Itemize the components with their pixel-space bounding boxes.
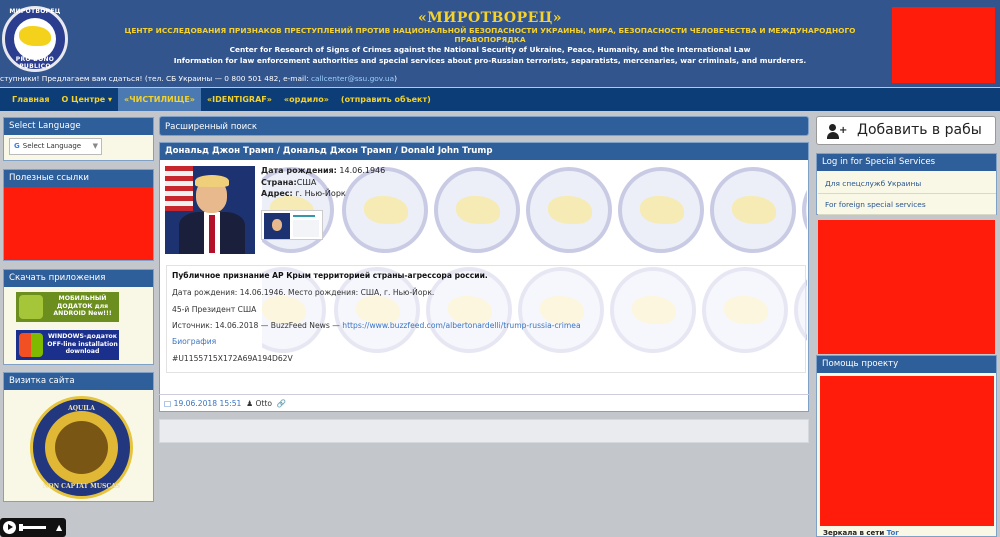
redacted-right-1 — [818, 220, 995, 354]
watermark-seal — [802, 167, 807, 253]
watermark-seal — [710, 167, 796, 253]
add-to-slaves-button[interactable]: + Добавить в рабы — [816, 116, 996, 145]
windows-icon — [19, 333, 43, 357]
post-date[interactable]: 19.06.2018 15:51 — [174, 399, 242, 408]
article-footer: □ 19.06.2018 15:51 ♟ Otto 🔗 — [159, 394, 809, 412]
nav-item-purgatory[interactable]: «ЧИСТИЛИЩЕ» — [118, 88, 201, 111]
site-card-title: Визитка сайта — [4, 373, 153, 390]
apps-panel-title: Скачать приложения — [4, 270, 153, 287]
language-panel: Select Language G Select Language ▼ — [3, 117, 154, 161]
add-user-icon: + — [827, 124, 847, 139]
redacted-links — [4, 187, 153, 260]
article-body: Публичное признание АР Крым территорией … — [166, 265, 806, 373]
links-panel: Полезные ссылки — [3, 169, 154, 261]
source-link[interactable]: https://www.buzzfeed.com/albertonardelli… — [342, 321, 580, 330]
details-text: Дата рождения: 14.06.1946. Место рождени… — [172, 288, 435, 297]
windows-app-button[interactable]: WINDOWS-додаток OFF-line installation do… — [16, 330, 119, 360]
watermark-seal — [434, 167, 520, 253]
link-icon[interactable]: 🔗 — [277, 399, 286, 408]
nav-item-ordilo[interactable]: «ордило» — [278, 88, 335, 111]
links-panel-title: Полезные ссылки — [4, 170, 153, 187]
chevron-up-icon[interactable]: ▲ — [56, 523, 62, 532]
post-author[interactable]: Otto — [255, 399, 272, 408]
biography-link[interactable]: Биография — [172, 337, 216, 346]
link-ukraine-services[interactable]: Для спецслужб Украины — [818, 174, 996, 194]
special-services-title: Log in for Special Services — [817, 154, 996, 171]
advanced-search-bar[interactable]: Расширенный поиск — [159, 116, 809, 136]
play-icon[interactable] — [3, 521, 16, 534]
person-photo[interactable] — [165, 166, 255, 254]
country-row: Страна:США — [261, 178, 317, 187]
address-row: Адрес: г. Нью-Йорк — [261, 189, 346, 198]
chevron-down-icon: ▼ — [92, 142, 98, 150]
subtitle-en-1: Center for Research of Signs of Crimes a… — [229, 45, 751, 54]
site-title[interactable]: «МИРОТВОРЕЦ» — [100, 10, 880, 26]
user-icon: ♟ — [246, 399, 254, 408]
logo-text-bottom: PRO BONO PUBLICO — [15, 56, 55, 70]
redacted-right-2 — [820, 376, 994, 526]
record-hash: #U1155715X172A69A194D62V — [172, 354, 293, 363]
help-panel-title: Помощь проекту — [817, 356, 996, 373]
watermark-seal — [342, 167, 428, 253]
redacted-banner — [892, 7, 995, 83]
google-icon: G — [14, 142, 20, 150]
language-select[interactable]: G Select Language ▼ — [9, 138, 102, 155]
nav-item-about[interactable]: О Центре ▾ — [55, 88, 118, 111]
site-card-panel: Визитка сайта AQUILA NON CAPTAT MUSCAS — [3, 372, 154, 502]
subtitle-en-2: Information for law enforcement authorit… — [173, 56, 807, 65]
calendar-icon: □ — [164, 399, 172, 408]
comments-bar — [159, 419, 809, 443]
article-title[interactable]: Дональд Джон Трамп / Дональд Джон Трамп … — [160, 143, 808, 160]
aquila-emblem[interactable]: AQUILA NON CAPTAT MUSCAS — [30, 396, 133, 499]
us-flag-icon — [165, 166, 193, 211]
nav-item-identigraf[interactable]: «IDENTIGRAF» — [201, 88, 278, 111]
source-line: Источник: 14.06.2018 — BuzzFeed News — h… — [172, 321, 581, 330]
site-header: МИРОТВОРЕЦ PRO BONO PUBLICO «МИРОТВОРЕЦ»… — [0, 0, 1000, 87]
apps-panel: Скачать приложения МОБИЛЬНЫЙ ДОДАТОК для… — [3, 269, 154, 365]
android-app-button[interactable]: МОБИЛЬНЫЙ ДОДАТОК для ANDROID New!!! — [16, 292, 119, 322]
volume-slider[interactable] — [21, 526, 46, 529]
watermark-seal — [618, 167, 704, 253]
nav-item-submit[interactable]: (отправить объект) — [335, 88, 437, 111]
logo-text-top: МИРОТВОРЕЦ — [9, 8, 61, 15]
eagle-icon — [55, 421, 108, 474]
watermark-seal — [526, 167, 612, 253]
position-text: 45-й Президент США — [172, 305, 257, 314]
advanced-search-title: Расширенный поиск — [160, 117, 808, 135]
main-nav: Главная О Центре ▾ «ЧИСТИЛИЩЕ» «IDENTIGR… — [0, 88, 1000, 111]
bio-line: Биография — [172, 337, 216, 346]
subtitle-ru: ЦЕНТР ИССЛЕДОВАНИЯ ПРИЗНАКОВ ПРЕСТУПЛЕНИ… — [124, 26, 856, 44]
page: { "header": { "logo_text_top": "МИРОТВОР… — [0, 0, 1000, 537]
source-thumbnail[interactable] — [261, 210, 323, 240]
ukraine-map-icon — [19, 26, 51, 46]
tor-link[interactable]: Tor — [887, 529, 899, 537]
android-icon — [19, 295, 43, 319]
mirror-text: Зеркала в сети Tor — [823, 529, 899, 537]
link-foreign-services[interactable]: For foreign special services — [818, 195, 996, 215]
audio-player: ▲ — [0, 518, 66, 537]
birth-date-row: Дата рождения: 14.06.1946 — [261, 166, 386, 175]
accusation-text: Публичное признание АР Крым территорией … — [172, 271, 488, 280]
marquee-ticker: ступники! Предлагаем вам сдаться! (тел. … — [0, 74, 398, 83]
marquee-email-link[interactable]: callcenter@ssu.gov.ua — [311, 74, 394, 83]
language-panel-title: Select Language — [4, 118, 153, 135]
nav-item-home[interactable]: Главная — [6, 88, 55, 111]
site-logo[interactable]: МИРОТВОРЕЦ PRO BONO PUBLICO — [2, 6, 68, 72]
